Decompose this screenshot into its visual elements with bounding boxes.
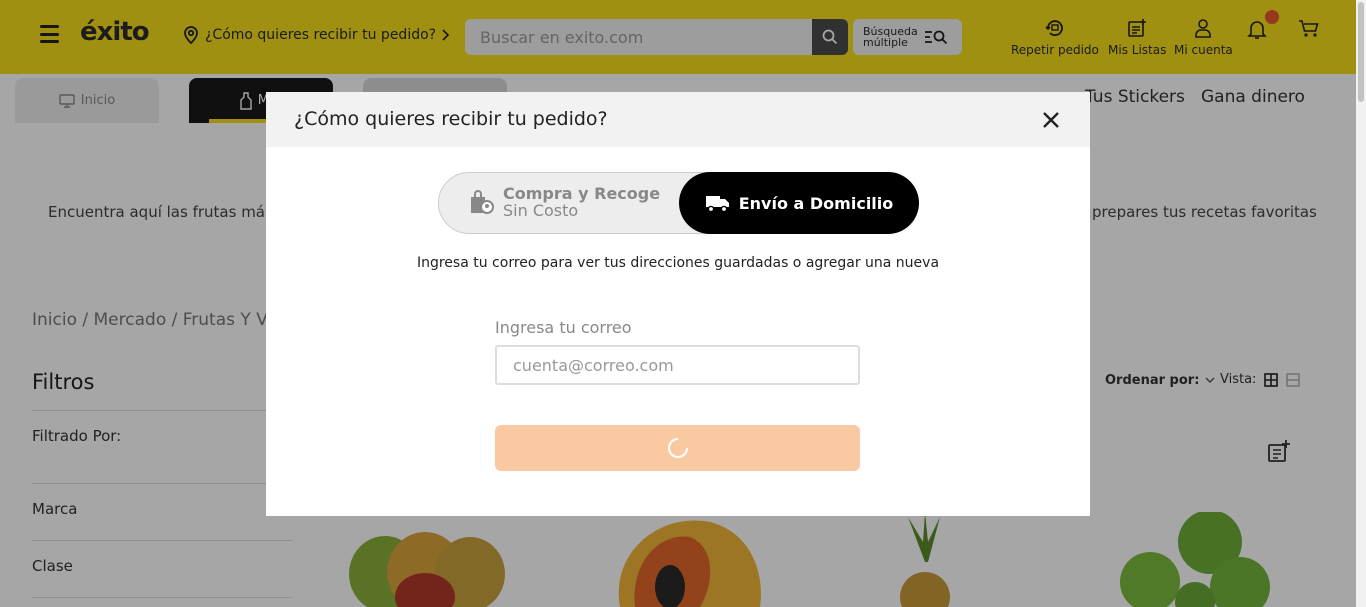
option-home-delivery[interactable]: Envío a Domicilio xyxy=(679,172,919,234)
store-pickup-icon xyxy=(471,189,494,214)
delivery-method-modal: ¿Cómo quieres recibir tu pedido? Compra … xyxy=(266,92,1090,516)
email-label: Ingresa tu correo xyxy=(495,318,632,337)
option-pickup-title: Compra y Recoge xyxy=(503,184,661,203)
modal-instructions: Ingresa tu correo para ver tus direccion… xyxy=(416,255,940,271)
modal-header: ¿Cómo quieres recibir tu pedido? xyxy=(266,92,1090,147)
loading-spinner-icon xyxy=(667,438,688,458)
email-field[interactable] xyxy=(495,345,860,385)
truck-icon xyxy=(705,196,729,213)
close-icon[interactable] xyxy=(1042,111,1060,129)
delivery-method-toggle: Compra y Recoge Sin Costo Envío a Domici… xyxy=(438,172,919,234)
option-pickup[interactable]: Compra y Recoge Sin Costo xyxy=(467,185,660,220)
continue-button[interactable] xyxy=(495,425,860,471)
option-home-label: Envío a Domicilio xyxy=(738,193,894,213)
scrollbar-thumb[interactable] xyxy=(1358,2,1364,102)
option-pickup-subtitle: Sin Costo xyxy=(503,201,579,220)
modal-title: ¿Cómo quieres recibir tu pedido? xyxy=(294,108,608,130)
